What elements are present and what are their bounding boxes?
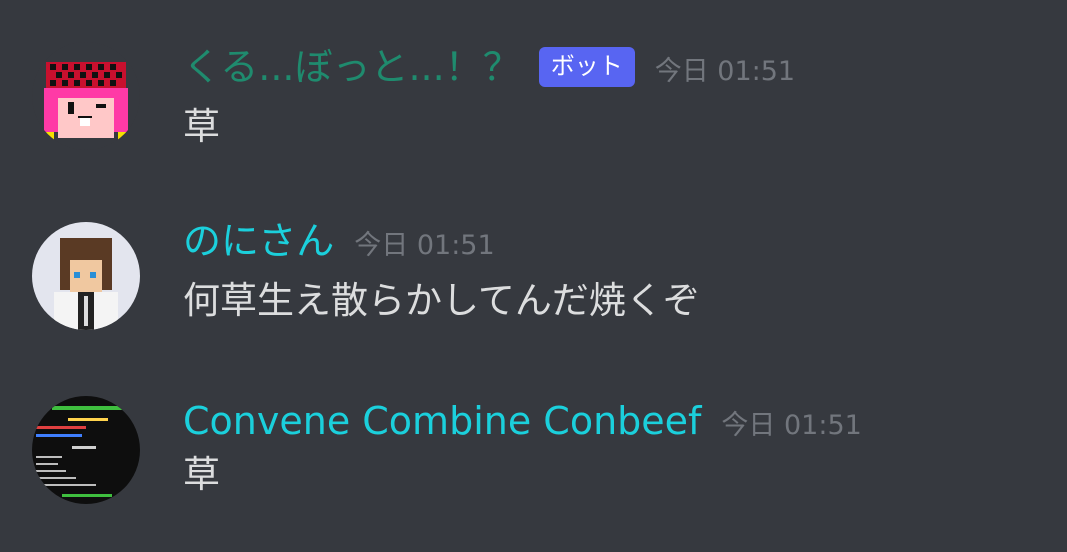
message-header: Convene Combine Conbeef 今日 01:51 [183,398,862,444]
bot-tag-badge: ボット [538,47,635,87]
message-item: くる...ぼっと...！？ ボット 今日 01:51 草 [0,0,1067,180]
username[interactable]: Convene Combine Conbeef [183,398,701,444]
message-timestamp[interactable]: 今日 01:51 [354,223,494,262]
message-item: Convene Combine Conbeef 今日 01:51 草 [0,360,1067,552]
chat-message-list: くる...ぼっと...！？ ボット 今日 01:51 草 のにさん 今日 01:… [0,0,1067,552]
username[interactable]: くる...ぼっと...！？ [183,44,521,90]
message-header: のにさん 今日 01:51 [183,218,495,264]
message-timestamp[interactable]: 今日 01:51 [655,49,795,88]
message-content: 何草生え散らかしてんだ焼くぞ [183,279,700,322]
message-header: くる...ぼっと...！？ ボット 今日 01:51 [183,44,795,93]
message-timestamp[interactable]: 今日 01:51 [721,403,861,442]
message-item: のにさん 今日 01:51 何草生え散らかしてんだ焼くぞ [0,180,1067,360]
username[interactable]: のにさん [183,218,334,264]
pixel-girl-avatar-icon[interactable] [32,42,140,150]
message-content: 草 [183,105,220,148]
message-content: 草 [183,453,220,496]
game-scoreboard-avatar-icon[interactable] [32,396,140,504]
pixel-boy-avatar-icon[interactable] [32,222,140,330]
